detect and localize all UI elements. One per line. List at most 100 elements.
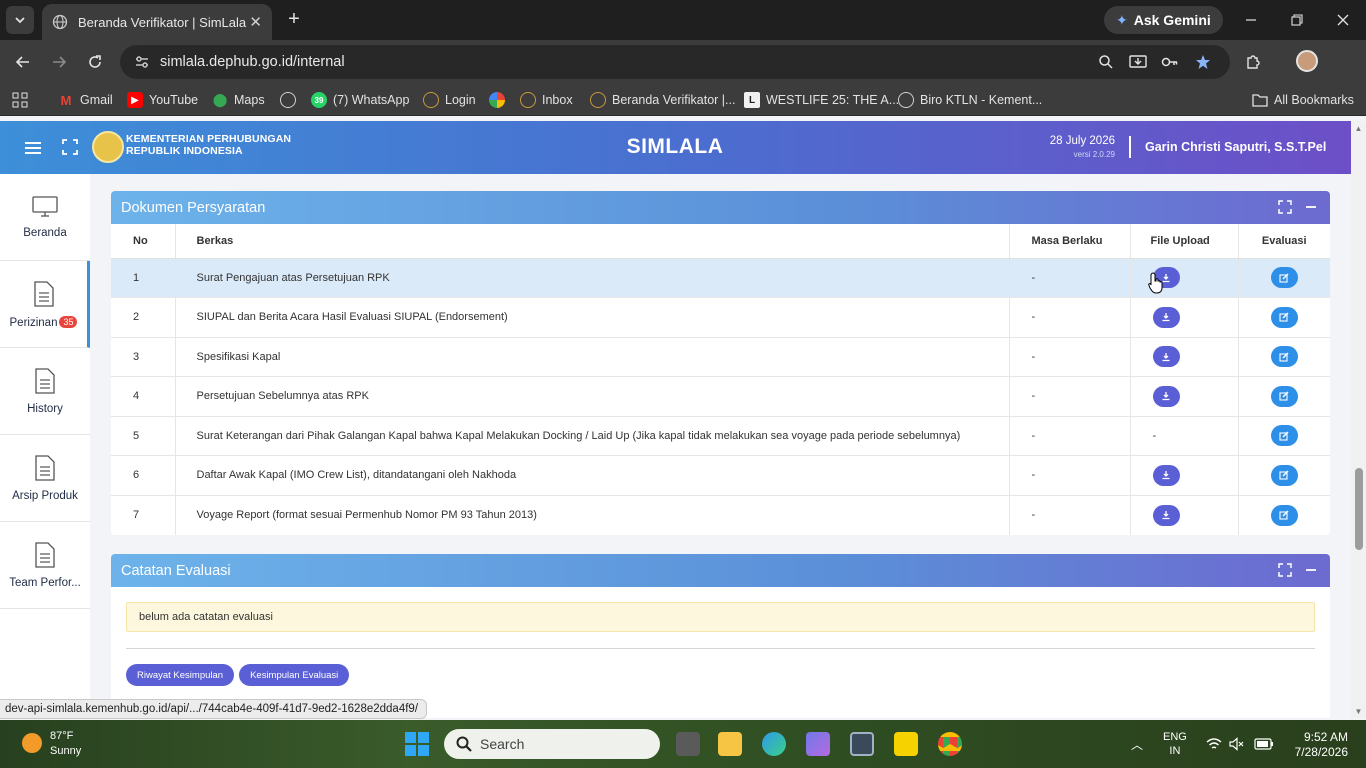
url-text: simlala.dephub.go.id/internal bbox=[160, 54, 345, 70]
evaluate-button[interactable] bbox=[1270, 306, 1298, 328]
bookmark-biro-ktln[interactable]: Biro KTLN - Kement... bbox=[898, 90, 1042, 110]
download-button[interactable] bbox=[1152, 306, 1180, 328]
scroll-up-icon[interactable]: ▲ bbox=[1354, 124, 1363, 133]
reload-button[interactable] bbox=[81, 48, 109, 76]
expand-icon[interactable] bbox=[1278, 563, 1292, 577]
weather-condition[interactable]: Sunny bbox=[50, 745, 81, 757]
download-button[interactable] bbox=[1152, 464, 1180, 486]
install-app-icon[interactable] bbox=[1125, 49, 1151, 75]
gmail-icon: M bbox=[60, 92, 72, 108]
page-scrollbar[interactable]: ▲ ▼ bbox=[1351, 121, 1366, 718]
zoom-icon[interactable] bbox=[1093, 49, 1119, 75]
globe-icon bbox=[52, 14, 68, 30]
maps-pin-icon: ⬤ bbox=[212, 92, 228, 107]
password-key-icon[interactable] bbox=[1157, 49, 1183, 75]
volume-muted-icon[interactable] bbox=[1229, 737, 1245, 751]
sidebar-item-perizinan[interactable]: Perizinan 35 bbox=[0, 261, 90, 348]
header-date: 28 July 2026 bbox=[1049, 135, 1115, 147]
tab-search-button[interactable] bbox=[6, 6, 34, 34]
evaluate-button[interactable] bbox=[1270, 346, 1298, 368]
wifi-icon[interactable] bbox=[1206, 737, 1222, 751]
restore-button[interactable] bbox=[1274, 0, 1320, 40]
minimize-button[interactable] bbox=[1228, 0, 1274, 40]
app-icon[interactable] bbox=[806, 732, 830, 756]
table-row: 3 Spesifikasi Kapal - bbox=[111, 336, 1330, 377]
edit-icon bbox=[1279, 352, 1289, 362]
camera-icon[interactable] bbox=[850, 732, 874, 756]
scroll-down-icon[interactable]: ▼ bbox=[1354, 707, 1363, 716]
link-status-url: dev-api-simlala.kemenhub.go.id/api/.../7… bbox=[0, 699, 428, 719]
bookmark-youtube[interactable]: ▶ YouTube bbox=[127, 90, 198, 110]
collapse-icon[interactable] bbox=[1304, 200, 1318, 214]
new-tab-button[interactable]: + bbox=[283, 8, 305, 32]
windows-start-icon[interactable] bbox=[405, 732, 429, 756]
bookmark-photos[interactable] bbox=[489, 90, 505, 110]
address-bar[interactable]: simlala.dephub.go.id/internal bbox=[120, 45, 1230, 79]
forward-button[interactable] bbox=[45, 48, 73, 76]
evaluate-button[interactable] bbox=[1270, 425, 1298, 447]
all-bookmarks-button[interactable]: All Bookmarks bbox=[1252, 90, 1354, 110]
col-header-no: No bbox=[111, 224, 176, 259]
close-icon bbox=[1337, 14, 1349, 26]
language-indicator[interactable]: ENG IN bbox=[1163, 730, 1187, 758]
edit-icon bbox=[1279, 273, 1289, 283]
bookmark-globe[interactable] bbox=[280, 90, 296, 110]
download-icon bbox=[1162, 352, 1170, 361]
bookmark-beranda-verifikator[interactable]: Beranda Verifikator |... bbox=[590, 90, 735, 110]
bookmark-maps[interactable]: ⬤ Maps bbox=[212, 90, 265, 110]
ask-gemini-button[interactable]: ✦ Ask Gemini bbox=[1104, 6, 1223, 34]
apps-grid-icon[interactable] bbox=[12, 90, 28, 110]
bookmark-westlife[interactable]: L WESTLIFE 25: THE A... bbox=[744, 90, 899, 110]
scroll-thumb[interactable] bbox=[1355, 468, 1363, 550]
riwayat-kesimpulan-button[interactable]: Riwayat Kesimpulan bbox=[126, 664, 235, 686]
sidebar-item-arsip-produk[interactable]: Arsip Produk bbox=[0, 435, 90, 522]
evaluate-button[interactable] bbox=[1270, 464, 1298, 486]
evaluate-button[interactable] bbox=[1270, 385, 1298, 407]
ministry-name: KEMENTERIAN PERHUBUNGAN REPUBLIK INDONES… bbox=[126, 133, 292, 157]
fullscreen-icon[interactable] bbox=[60, 137, 80, 157]
extensions-icon[interactable] bbox=[1240, 49, 1266, 75]
bookmark-gmail[interactable]: M Gmail bbox=[58, 90, 113, 110]
document-icon bbox=[35, 368, 55, 394]
weather-temperature[interactable]: 87°F bbox=[50, 730, 73, 742]
browser-tab-active[interactable]: Beranda Verifikator | SimLala ✕ bbox=[42, 4, 272, 40]
site-info-icon[interactable] bbox=[134, 54, 150, 70]
task-view-icon[interactable] bbox=[676, 732, 700, 756]
chrome-icon[interactable] bbox=[938, 732, 962, 756]
evaluate-button[interactable] bbox=[1270, 504, 1298, 526]
divider bbox=[126, 648, 1315, 649]
close-tab-icon[interactable]: ✕ bbox=[249, 13, 262, 31]
sun-weather-icon[interactable] bbox=[22, 733, 42, 753]
expand-icon[interactable] bbox=[1278, 200, 1292, 214]
download-button[interactable] bbox=[1152, 385, 1180, 407]
sidebar-item-history[interactable]: History bbox=[0, 348, 90, 435]
battery-icon[interactable] bbox=[1254, 738, 1274, 750]
chevron-up-icon[interactable]: ︿ bbox=[1131, 736, 1143, 753]
edge-browser-icon[interactable] bbox=[762, 732, 786, 756]
profile-avatar[interactable] bbox=[1296, 50, 1318, 72]
menu-icon[interactable] bbox=[22, 137, 44, 159]
col-header-evaluasi: Evaluasi bbox=[1238, 224, 1330, 259]
download-button[interactable] bbox=[1152, 504, 1180, 526]
sidebar-item-beranda[interactable]: Beranda bbox=[0, 174, 90, 261]
emblem-icon bbox=[423, 92, 439, 108]
dokumen-table: No Berkas Masa Berlaku File Upload Evalu… bbox=[111, 224, 1330, 535]
bookmark-whatsapp[interactable]: 39 (7) WhatsApp bbox=[311, 90, 409, 110]
evaluate-button[interactable] bbox=[1270, 267, 1298, 289]
kesimpulan-evaluasi-button[interactable]: Kesimpulan Evaluasi bbox=[239, 664, 350, 686]
bookmark-star-icon[interactable] bbox=[1190, 49, 1216, 75]
sticky-notes-icon[interactable] bbox=[894, 732, 918, 756]
bookmark-inbox[interactable]: Inbox bbox=[520, 90, 573, 110]
taskbar-search[interactable]: Search bbox=[444, 729, 660, 759]
download-button[interactable] bbox=[1152, 346, 1180, 368]
collapse-icon[interactable] bbox=[1304, 563, 1318, 577]
document-icon bbox=[33, 280, 54, 307]
bookmark-login[interactable]: Login bbox=[423, 90, 476, 110]
back-button[interactable] bbox=[9, 48, 37, 76]
sidebar-item-team-performance[interactable]: Team Perfor... bbox=[0, 522, 90, 609]
browser-tab-strip: Beranda Verifikator | SimLala ✕ + ✦ Ask … bbox=[0, 0, 1366, 40]
file-explorer-icon[interactable] bbox=[718, 732, 742, 756]
close-window-button[interactable] bbox=[1320, 0, 1366, 40]
taskbar-clock[interactable]: 9:52 AM 7/28/2026 bbox=[1290, 730, 1348, 760]
user-name[interactable]: Garin Christi Saputri, S.S.T.Pel bbox=[1145, 140, 1326, 154]
